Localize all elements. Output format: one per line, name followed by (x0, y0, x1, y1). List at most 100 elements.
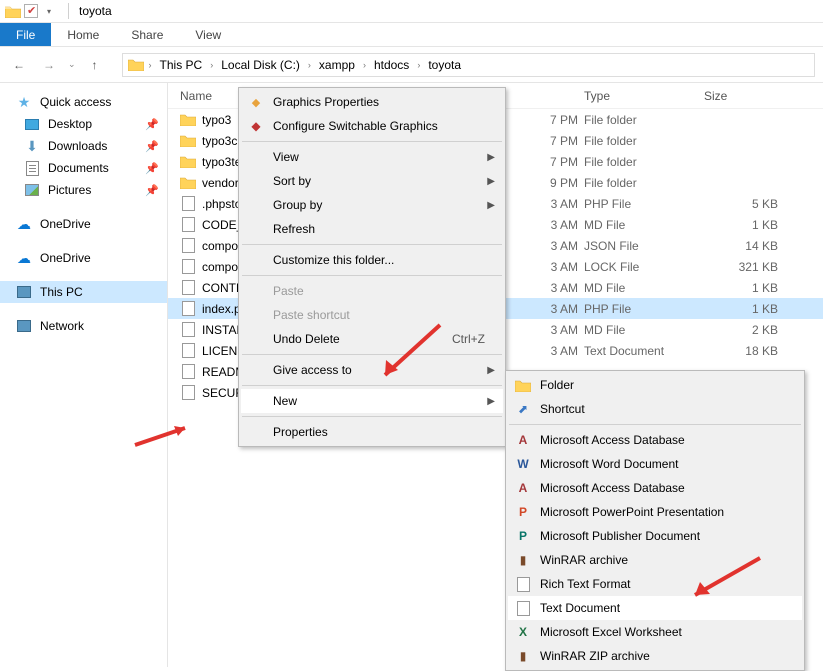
sidebar-item-onedrive[interactable]: ☁ OneDrive (0, 247, 167, 269)
menu-new-text[interactable]: Text Document (508, 596, 802, 620)
file-icon (180, 280, 196, 296)
sidebar-item-network[interactable]: Network (0, 315, 167, 337)
file-type: MD File (578, 281, 698, 295)
tab-view[interactable]: View (179, 23, 237, 46)
sidebar-item-documents[interactable]: Documents 📌 (0, 157, 167, 179)
access-icon: A (514, 431, 532, 449)
column-type[interactable]: Type (578, 89, 698, 103)
new-submenu: Folder ⬈Shortcut AMicrosoft Access Datab… (505, 370, 805, 671)
sidebar-item-this-pc[interactable]: This PC (0, 281, 167, 303)
menu-sort-by[interactable]: Sort by▶ (241, 169, 503, 193)
menu-refresh[interactable]: Refresh (241, 217, 503, 241)
back-button[interactable]: ← (8, 54, 30, 76)
menu-view[interactable]: View▶ (241, 145, 503, 169)
winrar-icon: ▮ (514, 647, 532, 665)
menu-new-access[interactable]: AMicrosoft Access Database (508, 476, 802, 500)
qat-checkbox-icon[interactable]: ✔ (24, 4, 38, 18)
menu-undo-delete[interactable]: Undo DeleteCtrl+Z (241, 327, 503, 351)
file-type: LOCK File (578, 260, 698, 274)
file-type: File folder (578, 113, 698, 127)
sidebar-item-pictures[interactable]: Pictures 📌 (0, 179, 167, 201)
tab-home[interactable]: Home (51, 23, 115, 46)
breadcrumb[interactable]: › This PC› Local Disk (C:)› xampp› htdoc… (122, 53, 815, 77)
menu-new-publisher[interactable]: PMicrosoft Publisher Document (508, 524, 802, 548)
documents-icon (24, 160, 40, 176)
folder-icon (4, 2, 22, 20)
breadcrumb-item[interactable]: Local Disk (C:) (217, 58, 304, 72)
file-type: JSON File (578, 239, 698, 253)
file-type: PHP File (578, 197, 698, 211)
menu-new-winrar-zip[interactable]: ▮WinRAR ZIP archive (508, 644, 802, 668)
menu-new-folder[interactable]: Folder (508, 373, 802, 397)
up-button[interactable]: ↑ (84, 54, 106, 76)
menu-new-word[interactable]: WMicrosoft Word Document (508, 452, 802, 476)
file-name: index.p (202, 302, 241, 316)
sidebar-item-onedrive[interactable]: ☁ OneDrive (0, 213, 167, 235)
chevron-right-icon: ▶ (487, 200, 495, 211)
qat-dropdown-icon[interactable]: ▾ (40, 2, 58, 20)
breadcrumb-item[interactable]: This PC (156, 58, 207, 72)
navigation-bar: ← → ⌄ ↑ › This PC› Local Disk (C:)› xamp… (0, 47, 823, 83)
menu-paste-shortcut: Paste shortcut (241, 303, 503, 327)
file-size: 1 KB (698, 218, 778, 232)
file-name: vendor (202, 176, 239, 190)
file-size: 1 KB (698, 302, 778, 316)
forward-button[interactable]: → (38, 54, 60, 76)
publisher-icon: P (514, 527, 532, 545)
file-name: typo3te (202, 155, 241, 169)
menu-properties[interactable]: Properties (241, 420, 503, 444)
sidebar-item-desktop[interactable]: Desktop 📌 (0, 113, 167, 135)
tab-share[interactable]: Share (115, 23, 179, 46)
recent-locations-icon[interactable]: ⌄ (68, 59, 76, 70)
file-icon (180, 322, 196, 338)
shortcut-icon: ⬈ (514, 400, 532, 418)
sidebar-label: This PC (40, 285, 83, 299)
cloud-icon: ☁ (16, 216, 32, 232)
file-tab[interactable]: File (0, 23, 51, 46)
menu-new-access[interactable]: AMicrosoft Access Database (508, 428, 802, 452)
file-name: compo (202, 260, 238, 274)
file-name: compo (202, 239, 238, 253)
sidebar-quick-access[interactable]: ★ Quick access (0, 91, 167, 113)
file-type: File folder (578, 176, 698, 190)
access-icon: A (514, 479, 532, 497)
menu-give-access[interactable]: Give access to▶ (241, 358, 503, 382)
sidebar-item-downloads[interactable]: ⬇ Downloads 📌 (0, 135, 167, 157)
sidebar-label: Desktop (48, 117, 92, 131)
breadcrumb-item[interactable]: xampp (315, 58, 359, 72)
cloud-icon: ☁ (16, 250, 32, 266)
file-type: MD File (578, 218, 698, 232)
folder-icon (180, 154, 196, 170)
menu-switchable-graphics[interactable]: ◆Configure Switchable Graphics (241, 114, 503, 138)
chevron-right-icon: ▶ (487, 152, 495, 163)
menu-new-rtf[interactable]: Rich Text Format (508, 572, 802, 596)
menu-group-by[interactable]: Group by▶ (241, 193, 503, 217)
breadcrumb-item[interactable]: htdocs (370, 58, 413, 72)
folder-icon (180, 133, 196, 149)
menu-new-excel[interactable]: XMicrosoft Excel Worksheet (508, 620, 802, 644)
file-name: typo3 (202, 113, 231, 127)
breadcrumb-item[interactable]: toyota (424, 58, 465, 72)
file-size: 18 KB (698, 344, 778, 358)
menu-graphics-properties[interactable]: ◆Graphics Properties (241, 90, 503, 114)
pin-icon: 📌 (145, 140, 159, 153)
column-size[interactable]: Size (698, 89, 778, 103)
text-icon (514, 599, 532, 617)
sidebar-label: Pictures (48, 183, 91, 197)
sidebar-label: Quick access (40, 95, 111, 109)
sidebar-label: Documents (48, 161, 109, 175)
file-icon (180, 217, 196, 233)
excel-icon: X (514, 623, 532, 641)
rtf-icon (514, 575, 532, 593)
menu-new-powerpoint[interactable]: PMicrosoft PowerPoint Presentation (508, 500, 802, 524)
menu-new-winrar[interactable]: ▮WinRAR archive (508, 548, 802, 572)
pictures-icon (24, 182, 40, 198)
ribbon: File Home Share View (0, 23, 823, 47)
pc-icon (16, 284, 32, 300)
menu-customize-folder[interactable]: Customize this folder... (241, 248, 503, 272)
file-size: 5 KB (698, 197, 778, 211)
context-menu: ◆Graphics Properties ◆Configure Switchab… (238, 87, 506, 447)
menu-new[interactable]: New▶ (241, 389, 503, 413)
menu-new-shortcut[interactable]: ⬈Shortcut (508, 397, 802, 421)
file-type: File folder (578, 155, 698, 169)
